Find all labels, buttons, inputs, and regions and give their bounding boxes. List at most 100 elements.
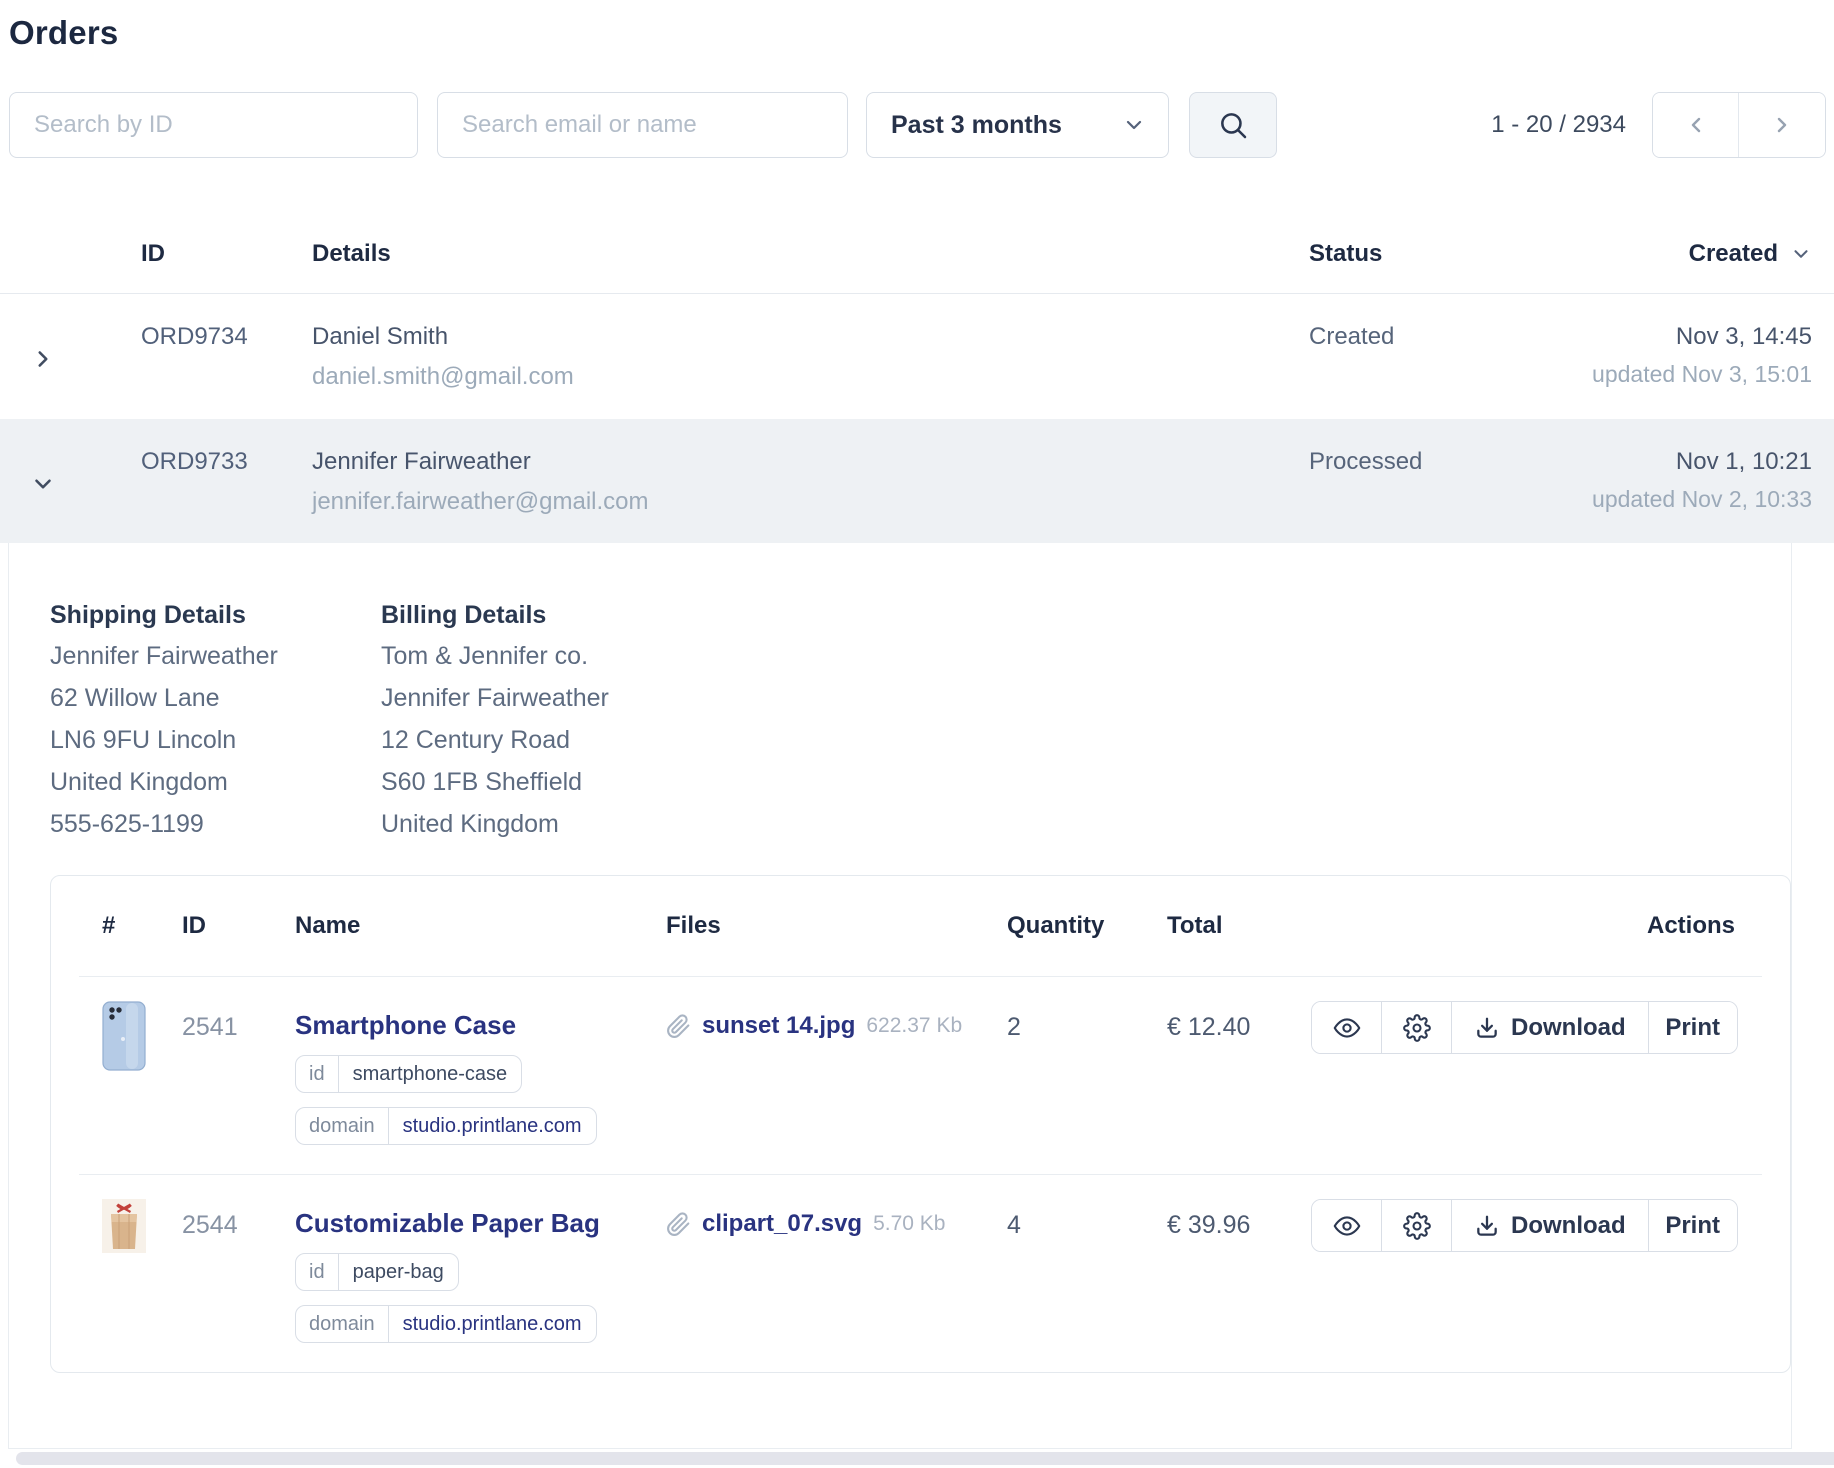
- search-email-input[interactable]: [437, 92, 848, 158]
- column-header-created-sort[interactable]: Created: [1689, 240, 1812, 268]
- item-quantity: 2: [1007, 1013, 1167, 1042]
- customer-email: jennifer.fairweather@gmail.com: [312, 488, 1309, 516]
- billing-line: S60 1FB Sheffield: [381, 761, 609, 803]
- print-label: Print: [1665, 1212, 1720, 1240]
- download-button[interactable]: Download: [1452, 1002, 1649, 1053]
- chevron-right-icon: [1770, 113, 1794, 137]
- eye-icon: [1333, 1014, 1361, 1042]
- shipping-line: United Kingdom: [50, 761, 381, 803]
- items-table-header: # ID Name Files Quantity Total Actions: [51, 876, 1790, 976]
- items-column-quantity: Quantity: [1007, 912, 1167, 940]
- download-icon: [1474, 1015, 1500, 1041]
- order-status: Created: [1309, 322, 1492, 419]
- tag-value: smartphone-case: [339, 1056, 522, 1092]
- order-row[interactable]: ORD9734 Daniel Smith daniel.smith@gmail.…: [0, 294, 1834, 419]
- tag-label: id: [296, 1254, 339, 1290]
- order-item-row: 2544 Customizable Paper Bag id paper-bag…: [51, 1175, 1790, 1372]
- item-id-tag: id smartphone-case: [295, 1055, 522, 1093]
- items-column-files: Files: [666, 912, 1007, 940]
- item-actions-group: Download Print: [1311, 1001, 1738, 1054]
- page-title: Orders: [0, 0, 1834, 52]
- eye-icon: [1333, 1212, 1361, 1240]
- settings-button[interactable]: [1382, 1200, 1452, 1251]
- order-row-expanded[interactable]: ORD9733 Jennifer Fairweather jennifer.fa…: [0, 419, 1834, 543]
- shipping-line: Jennifer Fairweather: [50, 635, 381, 677]
- item-total: € 12.40: [1167, 1013, 1311, 1042]
- download-icon: [1474, 1213, 1500, 1239]
- paperclip-icon: [666, 1014, 691, 1039]
- file-link[interactable]: sunset 14.jpg: [702, 1012, 855, 1040]
- order-items-card: # ID Name Files Quantity Total Actions: [50, 875, 1791, 1373]
- prev-page-button[interactable]: [1653, 93, 1739, 157]
- order-details-panel: Shipping Details Jennifer Fairweather 62…: [8, 543, 1792, 1449]
- download-button[interactable]: Download: [1452, 1200, 1649, 1251]
- shipping-line: 555-625-1199: [50, 803, 381, 845]
- search-icon: [1217, 109, 1249, 141]
- preview-button[interactable]: [1312, 1200, 1382, 1251]
- tag-label: id: [296, 1056, 339, 1092]
- item-id: 2541: [182, 1013, 295, 1042]
- collapse-chevron-down-icon[interactable]: [0, 447, 131, 543]
- order-id: ORD9734: [131, 322, 302, 419]
- chevron-left-icon: [1684, 113, 1708, 137]
- file-size: 622.37 Kb: [866, 1014, 962, 1038]
- tag-value: studio.printlane.com: [389, 1108, 596, 1144]
- billing-details-heading: Billing Details: [381, 595, 609, 635]
- date-filter-select[interactable]: Past 3 months: [866, 92, 1169, 158]
- tag-label: domain: [296, 1108, 389, 1144]
- order-created-date: Nov 3, 14:45: [1492, 322, 1812, 352]
- billing-line: United Kingdom: [381, 803, 609, 845]
- pagination: 1 - 20 / 2934: [1277, 92, 1826, 158]
- download-label: Download: [1511, 1014, 1626, 1042]
- print-button[interactable]: Print: [1649, 1002, 1737, 1053]
- item-id-tag: id paper-bag: [295, 1253, 459, 1291]
- item-name-link[interactable]: Smartphone Case: [295, 1010, 516, 1041]
- sort-chevron-down-icon: [1790, 243, 1812, 265]
- column-header-details: Details: [302, 240, 1309, 268]
- item-domain-tag: domain studio.printlane.com: [295, 1305, 597, 1343]
- search-id-input[interactable]: [9, 92, 418, 158]
- print-button[interactable]: Print: [1649, 1200, 1737, 1251]
- order-status: Processed: [1309, 447, 1492, 543]
- order-created-date: Nov 1, 10:21: [1492, 447, 1812, 477]
- customer-name: Jennifer Fairweather: [312, 447, 1309, 477]
- item-quantity: 4: [1007, 1211, 1167, 1240]
- order-item-row: 2541 Smartphone Case id smartphone-case …: [51, 977, 1790, 1174]
- shipping-line: 62 Willow Lane: [50, 677, 381, 719]
- horizontal-scrollbar-thumb[interactable]: [16, 1452, 1834, 1465]
- order-updated-date: updated Nov 2, 10:33: [1492, 486, 1812, 513]
- shipping-details-heading: Shipping Details: [50, 595, 381, 635]
- paperclip-icon: [666, 1212, 691, 1237]
- horizontal-scrollbar-track: [0, 1452, 1834, 1466]
- tag-value: studio.printlane.com: [389, 1306, 596, 1342]
- item-name-link[interactable]: Customizable Paper Bag: [295, 1208, 600, 1239]
- toolbar: Past 3 months 1 - 20 / 2934: [9, 92, 1826, 158]
- tag-label: domain: [296, 1306, 389, 1342]
- customer-email: daniel.smith@gmail.com: [312, 363, 1309, 391]
- orders-page: Orders Past 3 months 1 - 20 / 2934: [0, 0, 1834, 1468]
- item-thumbnail: [102, 1199, 182, 1253]
- smartphone-product-image: [102, 1001, 182, 1071]
- items-column-actions: Actions: [1647, 912, 1735, 940]
- file-link[interactable]: clipart_07.svg: [702, 1210, 862, 1238]
- preview-button[interactable]: [1312, 1002, 1382, 1053]
- shipping-line: LN6 9FU Lincoln: [50, 719, 381, 761]
- orders-table-header: ID Details Status Created: [0, 204, 1834, 294]
- item-domain-tag: domain studio.printlane.com: [295, 1107, 597, 1145]
- next-page-button[interactable]: [1739, 93, 1825, 157]
- item-thumbnail: [102, 1001, 182, 1071]
- search-button[interactable]: [1189, 92, 1277, 158]
- gear-icon: [1403, 1014, 1431, 1042]
- billing-line: 12 Century Road: [381, 719, 609, 761]
- billing-details: Billing Details Tom & Jennifer co. Jenni…: [381, 595, 609, 845]
- expand-chevron-right-icon[interactable]: [0, 322, 131, 419]
- item-total: € 39.96: [1167, 1211, 1311, 1240]
- paper-bag-product-image: [102, 1199, 182, 1253]
- pager-buttons: [1652, 92, 1826, 158]
- settings-button[interactable]: [1382, 1002, 1452, 1053]
- item-actions-group: Download Print: [1311, 1199, 1738, 1252]
- date-filter-value: Past 3 months: [891, 111, 1062, 140]
- items-column-name: Name: [295, 912, 666, 940]
- chevron-down-icon: [1122, 113, 1146, 137]
- customer-name: Daniel Smith: [312, 322, 1309, 352]
